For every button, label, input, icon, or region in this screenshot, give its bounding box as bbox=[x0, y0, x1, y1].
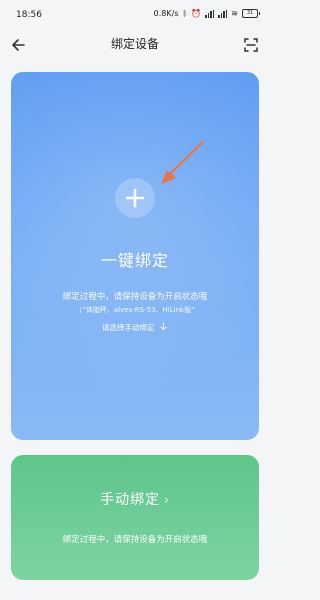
quick-bind-card[interactable]: 一键绑定 绑定过程中，请保持设备为开启状态哦 （“体脂秤、alves-RS-53… bbox=[11, 72, 259, 440]
plus-icon bbox=[125, 188, 145, 208]
net-speed: 0.8K/s bbox=[153, 9, 179, 18]
scan-icon bbox=[244, 38, 258, 52]
supported-devices-note: （“体脂秤、alves-RS-53、HiLink版” bbox=[75, 306, 195, 314]
quick-bind-button[interactable] bbox=[115, 178, 155, 218]
wifi-icon: ≋ bbox=[231, 9, 238, 18]
scan-button[interactable] bbox=[238, 32, 264, 58]
chevron-right-icon: › bbox=[164, 493, 170, 507]
status-time: 18:56 bbox=[16, 10, 42, 20]
bluetooth-icon: ᛒ bbox=[182, 9, 188, 18]
nav-bar: 绑定设备 bbox=[0, 30, 270, 60]
page-title: 绑定设备 bbox=[110, 37, 159, 51]
manual-bind-hint: 绑定过程中，请保持设备为开启状态哦 bbox=[62, 535, 208, 545]
status-bar: 18:56 0.8K/s ᛒ ⏰ ≋ 31 bbox=[0, 0, 270, 30]
alarm-icon: ⏰ bbox=[191, 9, 202, 18]
battery-icon: 31 bbox=[242, 9, 260, 18]
quick-bind-hint: 绑定过程中，请保持设备为开启状态哦 bbox=[62, 292, 208, 302]
signal-icon-2 bbox=[218, 9, 228, 18]
quick-bind-title: 一键绑定 bbox=[100, 251, 169, 270]
down-arrow-icon bbox=[160, 322, 167, 331]
signal-icon bbox=[205, 9, 215, 18]
choose-manual-link[interactable]: 请选择手动绑定 bbox=[11, 322, 259, 333]
manual-bind-title-row: 手动绑定 › bbox=[11, 489, 259, 509]
status-icons: 0.8K/s ᛒ ⏰ ≋ 31 bbox=[153, 9, 260, 18]
choose-manual-label: 请选择手动绑定 bbox=[102, 323, 155, 332]
manual-bind-title: 手动绑定 bbox=[100, 492, 161, 508]
manual-bind-card[interactable]: 手动绑定 › 绑定过程中，请保持设备为开启状态哦 bbox=[11, 455, 259, 580]
battery-level: 31 bbox=[246, 10, 254, 16]
